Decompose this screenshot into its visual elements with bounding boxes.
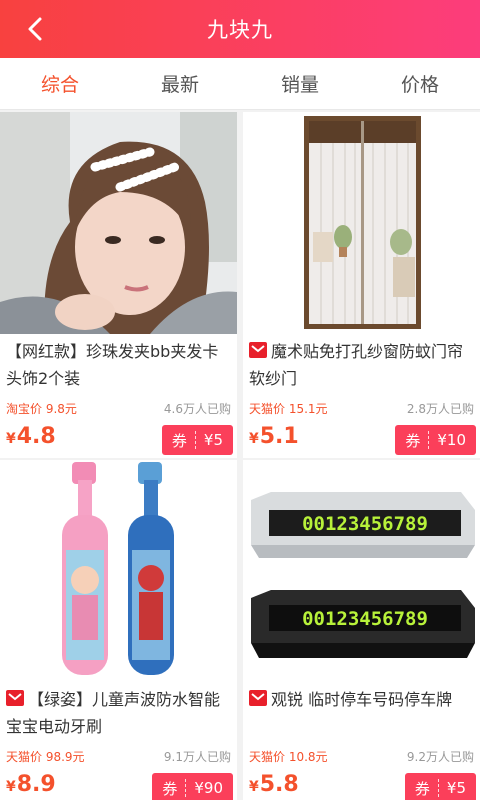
tab-price[interactable]: 价格 — [360, 58, 480, 109]
sort-tabs: 综合 最新 销量 价格 — [0, 58, 480, 110]
product-image[interactable] — [0, 112, 237, 334]
coupon-price: ¥5.8 — [249, 772, 299, 797]
product-name[interactable]: 魔术贴免打孔纱窗防蚊门帘软纱门 — [249, 338, 477, 392]
product-name[interactable]: 【网红款】珍珠发夹bb夹发卡头饰2个装 — [6, 338, 234, 392]
original-price: 天猫价 15.1元 — [249, 402, 328, 416]
original-price: 天猫价 98.9元 — [6, 750, 85, 764]
product-card[interactable]: 【网红款】珍珠发夹bb夹发卡头饰2个装 淘宝价 9.8元 4.6万人已购 ¥4.… — [0, 112, 237, 458]
coupon-price: ¥5.1 — [249, 424, 299, 449]
coupon-button[interactable]: 券 ¥90 — [152, 773, 233, 800]
product-grid: 【网红款】珍珠发夹bb夹发卡头饰2个装 淘宝价 9.8元 4.6万人已购 ¥4.… — [0, 110, 480, 800]
coupon-button[interactable]: 券 ¥5 — [161, 425, 233, 455]
product-image[interactable]: 00123456789 00123456789 — [243, 460, 480, 682]
sold-count: 2.8万人已购 — [406, 402, 474, 416]
product-card[interactable]: 【绿姿】儿童声波防水智能宝宝电动牙刷 天猫价 98.9元 9.1万人已购 ¥8.… — [0, 460, 237, 800]
sold-count: 9.2万人已购 — [406, 750, 474, 764]
original-price: 天猫价 10.8元 — [249, 750, 328, 764]
product-name[interactable]: 观锐 临时停车号码停车牌 — [249, 686, 477, 713]
coupon-button[interactable]: 券 ¥5 — [404, 773, 476, 800]
product-name[interactable]: 【绿姿】儿童声波防水智能宝宝电动牙刷 — [6, 686, 234, 740]
original-price: 淘宝价 9.8元 — [6, 402, 77, 416]
tab-newest[interactable]: 最新 — [120, 58, 240, 109]
product-image[interactable] — [243, 112, 480, 334]
tmall-icon — [249, 690, 267, 706]
parking-plate-number-top: 00123456789 — [302, 513, 428, 535]
product-card[interactable]: 00123456789 00123456789 观锐 临时停车号码停车牌 天猫价… — [243, 460, 480, 800]
tab-comprehensive[interactable]: 综合 — [0, 58, 120, 109]
parking-plate-number-bottom: 00123456789 — [302, 608, 428, 630]
page-title: 九块九 — [207, 18, 273, 42]
coupon-button[interactable]: 券 ¥10 — [395, 425, 476, 455]
tab-sales[interactable]: 销量 — [240, 58, 360, 109]
sold-count: 4.6万人已购 — [163, 402, 231, 416]
product-image[interactable] — [0, 460, 237, 682]
sold-count: 9.1万人已购 — [163, 750, 231, 764]
tmall-icon — [6, 690, 24, 706]
app-header: 九块九 — [0, 0, 480, 58]
tmall-icon — [249, 342, 267, 358]
coupon-price: ¥4.8 — [6, 424, 56, 449]
coupon-price: ¥8.9 — [6, 772, 56, 797]
back-arrow-icon[interactable] — [22, 14, 52, 44]
product-card[interactable]: 魔术贴免打孔纱窗防蚊门帘软纱门 天猫价 15.1元 2.8万人已购 ¥5.1 券… — [243, 112, 480, 458]
